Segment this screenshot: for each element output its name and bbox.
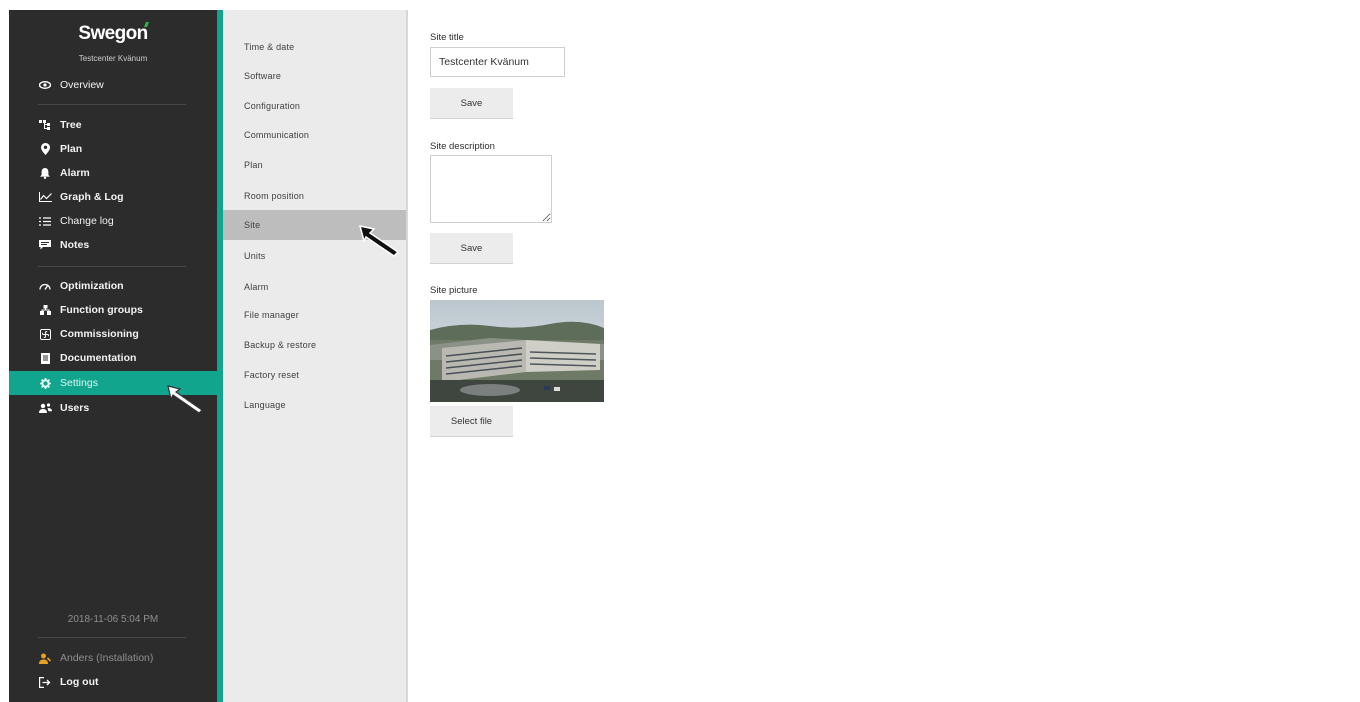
sidebar-divider — [38, 637, 186, 638]
site-title-label: Site title — [430, 32, 464, 43]
save-description-button[interactable]: Save — [430, 233, 513, 264]
line-graph-icon — [37, 192, 53, 202]
submenu-item-room-position[interactable]: Room position — [223, 181, 406, 211]
sidebar-item-graph-log[interactable]: Graph & Log — [9, 185, 217, 209]
settings-submenu: Time & date Software Configuration Commu… — [223, 10, 408, 702]
eye-icon — [37, 81, 53, 89]
submenu-item-language[interactable]: Language — [223, 390, 406, 420]
submenu-item-backup-restore[interactable]: Backup & restore — [223, 330, 406, 360]
site-picture-label: Site picture — [430, 285, 478, 296]
logout-label: Log out — [60, 676, 99, 688]
gear-icon — [37, 377, 53, 389]
current-user-label: Anders (Installation) — [60, 652, 154, 664]
swegon-logo: Swegon — [78, 23, 148, 44]
submenu-item-communication[interactable]: Communication — [223, 120, 406, 150]
logout-icon — [37, 676, 53, 688]
site-description-textarea[interactable] — [430, 155, 552, 223]
submenu-item-plan[interactable]: Plan — [223, 150, 406, 180]
save-title-button[interactable]: Save — [430, 88, 513, 119]
fan-icon — [37, 328, 53, 340]
gauge-icon — [37, 282, 53, 290]
sidebar-item-label: Function groups — [60, 304, 143, 316]
sidebar-item-plan[interactable]: Plan — [9, 137, 217, 161]
sidebar-item-change-log[interactable]: Change log — [9, 209, 217, 233]
list-icon — [37, 216, 53, 226]
site-settings-panel: Site title Save Site description Save Si… — [430, 0, 1330, 702]
sidebar-item-documentation[interactable]: Documentation — [9, 346, 217, 370]
sidebar-item-tree[interactable]: Tree — [9, 113, 217, 137]
sidebar-item-label: Change log — [60, 215, 114, 227]
sidebar-item-label: Notes — [60, 239, 90, 251]
sidebar-item-function-groups[interactable]: Function groups — [9, 298, 217, 322]
current-user[interactable]: Anders (Installation) — [9, 646, 217, 670]
brand-header: Swegon Testcenter Kvänum — [9, 10, 217, 76]
submenu-item-configuration[interactable]: Configuration — [223, 91, 406, 121]
site-title-input[interactable] — [430, 47, 565, 77]
sidebar-item-label: Graph & Log — [60, 191, 124, 203]
speech-bubble-icon — [37, 240, 53, 250]
users-icon — [37, 403, 53, 413]
sidebar-item-label: Documentation — [60, 352, 137, 364]
sidebar-item-label: Optimization — [60, 280, 124, 292]
select-file-button[interactable]: Select file — [430, 406, 513, 437]
main-sidebar: Swegon Testcenter Kvänum Overview Tree P… — [9, 10, 223, 702]
submenu-item-site[interactable]: Site — [223, 210, 406, 240]
sidebar-item-label: Tree — [60, 119, 82, 131]
sidebar-item-settings[interactable]: Settings — [9, 371, 223, 395]
sidebar-item-notes[interactable]: Notes — [9, 233, 217, 257]
sidebar-item-label: Users — [60, 402, 90, 414]
user-wrench-icon — [37, 653, 53, 664]
sidebar-item-overview[interactable]: Overview — [9, 73, 217, 97]
site-name: Testcenter Kvänum — [78, 54, 148, 63]
current-datetime: 2018-11-06 5:04 PM — [67, 614, 159, 625]
map-pin-icon — [37, 143, 53, 155]
hierarchy-icon — [37, 305, 53, 315]
submenu-item-factory-reset[interactable]: Factory reset — [223, 360, 406, 390]
sidebar-item-label: Plan — [60, 143, 83, 155]
submenu-item-time-date[interactable]: Time & date — [223, 32, 406, 62]
submenu-item-software[interactable]: Software — [223, 61, 406, 91]
sidebar-item-users[interactable]: Users — [9, 396, 217, 420]
sidebar-item-label: Commissioning — [60, 328, 139, 340]
bell-icon — [37, 167, 53, 179]
submenu-item-file-manager[interactable]: File manager — [223, 300, 406, 330]
site-picture-image — [430, 300, 604, 402]
sidebar-item-optimization[interactable]: Optimization — [9, 274, 217, 298]
sidebar-item-commissioning[interactable]: Commissioning — [9, 322, 217, 346]
logout-button[interactable]: Log out — [9, 670, 217, 694]
submenu-item-alarm[interactable]: Alarm — [223, 272, 406, 302]
submenu-item-units[interactable]: Units — [223, 241, 406, 271]
sidebar-item-alarm[interactable]: Alarm — [9, 161, 217, 185]
sidebar-divider — [38, 266, 186, 267]
tree-icon — [37, 120, 53, 130]
site-description-label: Site description — [430, 141, 495, 152]
sidebar-item-label: Overview — [60, 79, 104, 91]
sidebar-item-label: Alarm — [60, 167, 90, 179]
sidebar-item-label: Settings — [60, 377, 98, 389]
document-icon — [37, 352, 53, 364]
sidebar-divider — [38, 104, 186, 105]
